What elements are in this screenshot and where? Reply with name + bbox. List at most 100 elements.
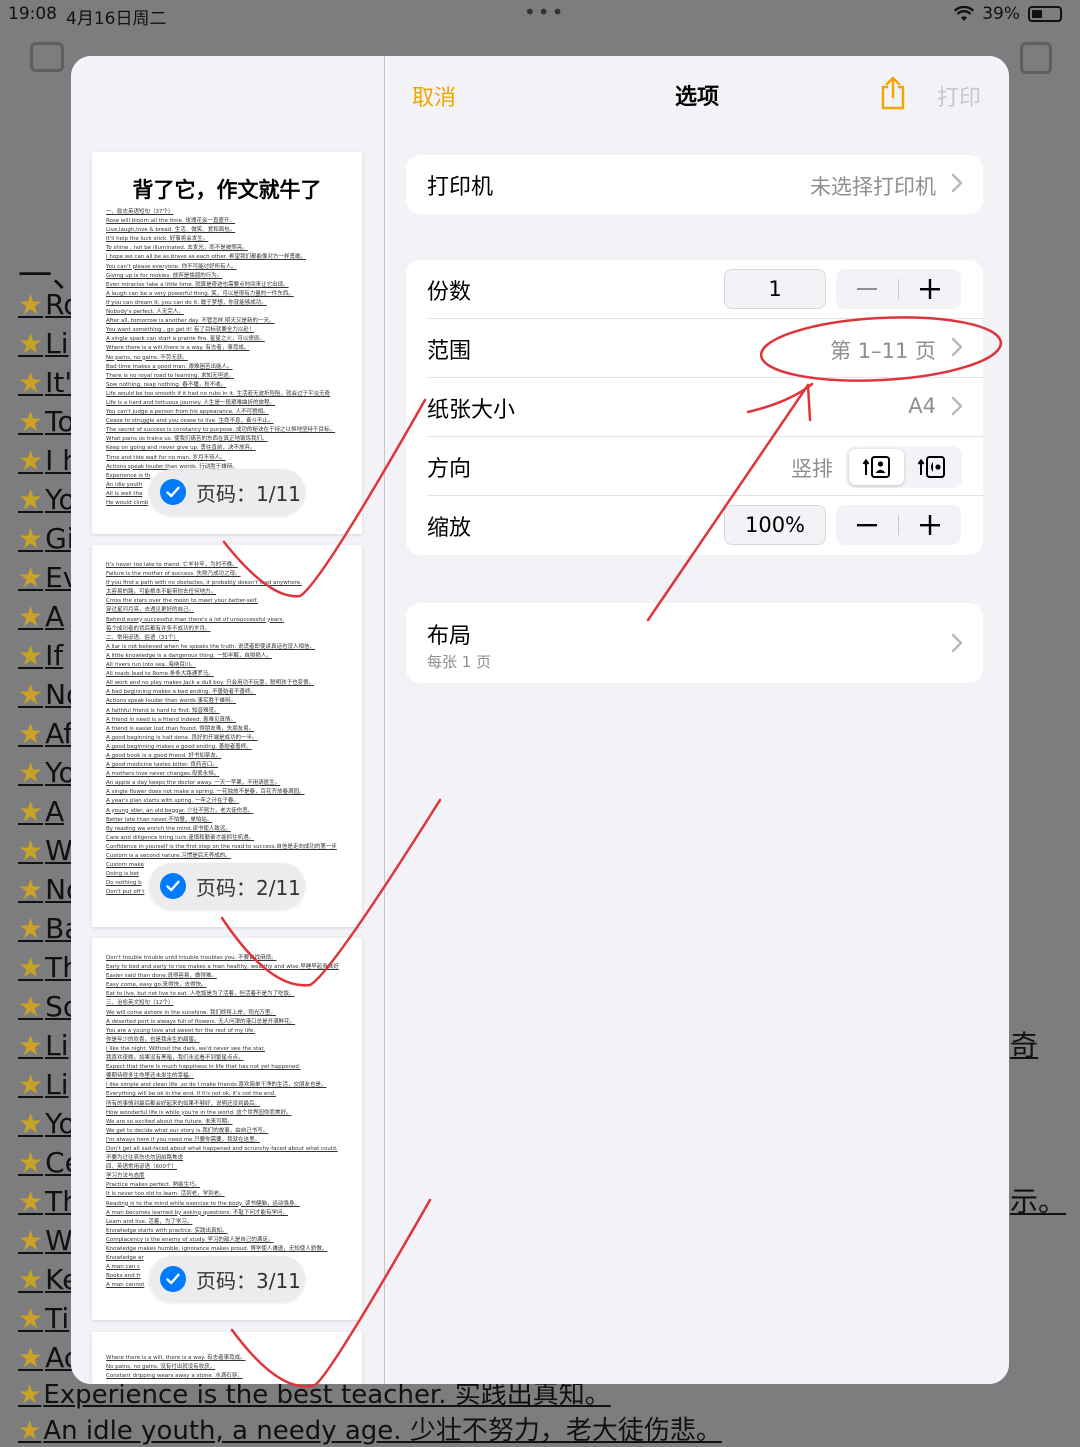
bg-line: ★It' <box>18 366 73 399</box>
page-preview-pane[interactable]: 背了它，作文就牛了 一、励志英语短句（37个） Rose will bloom a… <box>71 56 384 1384</box>
preview-line: Eat to live, but not live to eat. 人吃饭是为了… <box>106 991 295 998</box>
preview-line: Cross the stars over the moon to meet yo… <box>106 598 258 605</box>
battery-percent: 39% <box>982 4 1020 24</box>
star-icon: ★ <box>18 1302 44 1335</box>
preview-line: How wonderful life is while you're in th… <box>106 1109 292 1116</box>
preview-line: 每个成功者的背后都有许多不成功的岁月。 <box>106 625 211 632</box>
bg-right-fragment-1: 奇 <box>1010 1029 1039 1062</box>
preview-line: If you can dream it, you can do it. 敢于梦想… <box>106 299 267 306</box>
star-icon: ★ <box>18 873 44 906</box>
preview-line: Cease to struggle and you cease to live.… <box>106 418 274 425</box>
printer-row[interactable]: 打印机 未选择打印机 <box>406 155 983 214</box>
copies-stepper <box>836 269 961 309</box>
copies-label: 份数 <box>427 280 472 305</box>
page-badge-3[interactable]: 页码：3/11 <box>149 1256 305 1302</box>
preview-line: Custom is a second nature.习惯是后天养成的。 <box>106 853 231 859</box>
preview-line: A friend is easier lost than found. 得朋友难… <box>106 725 255 732</box>
range-row[interactable]: 范围 第 1–11 页 <box>406 319 983 378</box>
preview-line: Learn and live. 活着，为了学习。 <box>106 1218 193 1225</box>
preview-line: Don't trouble trouble until trouble trou… <box>106 955 277 961</box>
preview-line: 三、治愈英文短句（12个） <box>106 1000 174 1007</box>
bg-line: ★Yo <box>18 1107 76 1140</box>
preview-line: Where there is a will,there is a way. 有志… <box>106 345 250 352</box>
preview-text: 一、励志英语短句（37个） Rose will bloom all the tim… <box>106 208 362 508</box>
preview-line: An apple a day keeps the doctor away. 一天… <box>106 780 281 787</box>
preview-line: Confidence in yourself is the first step… <box>106 843 337 850</box>
chevron-right-icon <box>951 396 963 416</box>
star-icon: ★ <box>18 522 44 555</box>
page-badge-1[interactable]: 页码：1/11 <box>149 469 305 515</box>
preview-line: Life would be too smooth if it had no ru… <box>106 390 331 397</box>
preview-line: It'll help the luck stick. 好事将会发生。 <box>106 236 209 243</box>
copies-decrement-button[interactable] <box>836 269 898 309</box>
copies-field[interactable]: 1 <box>724 269 826 309</box>
preview-line: Easy come, easy go.来得快，去得快。 <box>106 982 207 989</box>
page-preview-4[interactable]: Where there is a will, there is a way. 有… <box>92 1332 362 1384</box>
sidebar-toggle-icon[interactable] <box>30 42 64 72</box>
preview-line: Keep on going and never give up. 勇往直前，决不… <box>106 445 256 452</box>
preview-line: 太容易的路，可能根本不能带你去任何地方。 <box>106 589 217 596</box>
preview-line: Don't get all sad-faced about what happe… <box>106 1145 338 1152</box>
layout-row[interactable]: 布局 每张 1 页 <box>406 603 983 683</box>
plus-icon <box>920 515 940 535</box>
checkmark-icon <box>160 479 186 505</box>
multitasking-dots-icon[interactable]: ••• <box>524 0 565 24</box>
star-icon: ★ <box>18 327 44 360</box>
preview-line: A good medicine tastes bitter. 良药苦口。 <box>106 762 218 769</box>
preview-line: Better late than never.不怕慢，单怕站。 <box>106 816 213 823</box>
preview-line: We get to decide what our story is.我们的故事… <box>106 1127 269 1134</box>
star-icon: ★ <box>18 1029 44 1062</box>
bg-line: ★Yo <box>18 756 76 789</box>
preview-line: It's never too late to mend. 亡羊补牢，为时不晚。 <box>106 562 238 568</box>
landscape-orientation-button[interactable] <box>904 449 959 485</box>
preview-line: No pains, no gains. 不劳无获。 <box>106 354 188 361</box>
portrait-orientation-button[interactable] <box>849 449 904 485</box>
compose-icon[interactable] <box>1020 42 1052 74</box>
preview-line: A good book is a good friend. 好书如挚友。 <box>106 752 222 759</box>
preview-line: A good beginning is half done. 良好的开端是成功的… <box>106 734 258 741</box>
preview-line: It is never too old to learn. 活到老，学到老。 <box>106 1191 225 1198</box>
preview-line: Bad time makes a good man. 艰难困苦出能人。 <box>106 363 233 370</box>
preview-line: There is no royal road to learning. 求知无坦… <box>106 372 234 379</box>
preview-line: Complacency is the enemy of study. 学习的敌人… <box>106 1236 274 1243</box>
page-badge-2[interactable]: 页码：2/11 <box>149 863 305 909</box>
paper-size-label: 纸张大小 <box>427 398 516 423</box>
star-icon: ★ <box>18 795 44 828</box>
star-icon: ★ <box>18 1224 44 1257</box>
minus-icon <box>857 524 877 527</box>
preview-line: Time and tide wait for no man. 岁月不待人。 <box>106 454 226 461</box>
star-icon: ★ <box>18 717 44 750</box>
preview-line: You want something , go get it! 有了目标就要全力… <box>106 327 255 334</box>
layout-subtitle: 每张 1 页 <box>427 653 492 671</box>
preview-title: 背了它，作文就牛了 <box>132 178 322 202</box>
options-pane: 取消 选项 打印 打印机 未选择打印机 份数 1 范围 第 1–11 页 纸张大… <box>385 56 1009 1384</box>
preview-line: We will come ashore in the sunshine. 我们终… <box>106 1009 276 1016</box>
orientation-segmented-control <box>846 446 962 488</box>
paper-size-row[interactable]: 纸张大小 A4 <box>406 378 983 437</box>
preview-line: 不要为过往哀伤也勿因前路焦虑 <box>106 1155 184 1162</box>
star-icon: ★ <box>18 405 44 438</box>
print-button[interactable]: 打印 <box>937 80 981 112</box>
scale-increment-button[interactable] <box>899 505 961 545</box>
page-badge-label: 页码：1/11 <box>196 481 301 506</box>
preview-line: A friend in need is a friend indeed. 患难见… <box>106 716 236 723</box>
settings-group: 份数 1 范围 第 1–11 页 纸张大小 A4 方向 竖排 缩放 100% <box>406 260 983 555</box>
share-icon[interactable] <box>879 76 907 110</box>
preview-line: Rose will bloom all the time. 玫瑰花会一直盛开。 <box>106 218 235 225</box>
preview-line: 四、英语常用谚语（600个） <box>106 1164 177 1171</box>
layout-label: 布局 <box>427 624 472 649</box>
star-icon: ★ <box>18 483 44 516</box>
scale-decrement-button[interactable] <box>836 505 898 545</box>
orientation-row: 方向 竖排 <box>406 437 983 496</box>
bg-bottom-line-2: ★An idle youth, a needy age. 少壮不努力，老大徒伤悲… <box>18 1416 722 1446</box>
status-date: 4月16日周二 <box>66 9 167 29</box>
preview-line: A man becomes learned by asking question… <box>106 1209 288 1216</box>
preview-line: Actions speak louder than words.事实胜于雄辩。 <box>106 698 237 705</box>
star-icon: ★ <box>18 1263 44 1296</box>
copies-increment-button[interactable] <box>899 269 961 309</box>
star-icon: ★ <box>18 288 44 321</box>
star-icon: ★ <box>18 561 44 594</box>
preview-line: 一、励志英语短句（37个） <box>106 209 174 215</box>
scale-field[interactable]: 100% <box>724 505 826 545</box>
preview-line: The secret of success is constancy to pu… <box>106 427 336 434</box>
